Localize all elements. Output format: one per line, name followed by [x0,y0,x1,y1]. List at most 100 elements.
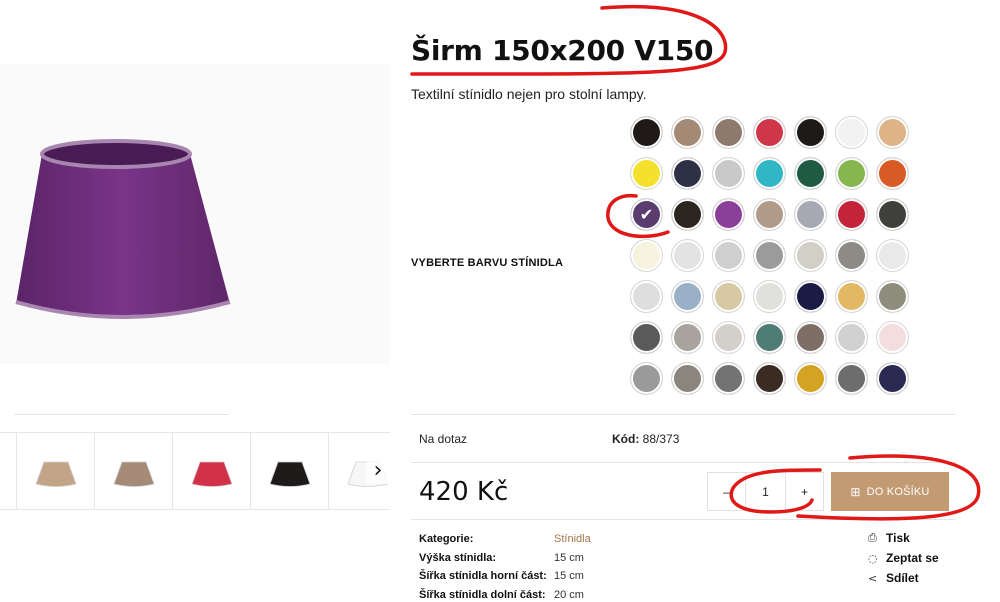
color-swatch[interactable] [630,239,663,272]
color-swatch[interactable] [835,280,868,313]
color-swatch[interactable] [753,239,786,272]
spec-row: Výška stínidla: 15 cm [419,549,591,568]
color-swatch[interactable] [712,239,745,272]
color-swatch[interactable] [712,362,745,395]
action-sdílet[interactable]: < Sdílet [868,568,939,588]
quantity-input[interactable]: 1 [745,473,786,510]
thumbnail-partial[interactable] [0,433,16,509]
share-icon: < [868,571,878,585]
color-swatch[interactable] [630,116,663,149]
divider [411,519,956,520]
chat-icon: ◌ [868,551,878,565]
color-swatch[interactable] [794,362,827,395]
thumbnail[interactable] [16,433,94,509]
color-swatch[interactable] [712,157,745,190]
color-swatch[interactable] [753,362,786,395]
color-swatch[interactable] [794,116,827,149]
color-swatch[interactable] [876,157,909,190]
color-swatch[interactable] [794,198,827,231]
quantity-decrease-button[interactable]: – [708,473,745,510]
thumbnail[interactable] [94,433,172,509]
color-swatch[interactable] [671,116,704,149]
quantity-stepper: – 1 + [707,472,824,511]
spec-value: 20 cm [554,588,584,601]
quantity-increase-button[interactable]: + [786,473,823,510]
color-swatch[interactable] [712,116,745,149]
color-swatch[interactable] [753,116,786,149]
color-swatch[interactable] [671,280,704,313]
color-swatch[interactable] [753,280,786,313]
color-swatch[interactable] [876,321,909,354]
spec-row: Šířka stínidla horní část: 15 cm [419,567,591,586]
chevron-right-icon[interactable]: › [366,456,390,484]
color-swatch[interactable] [835,239,868,272]
color-swatch-grid [626,116,914,403]
main-product-image[interactable] [0,64,390,364]
category-link[interactable]: Stínidla [554,533,591,545]
color-swatch[interactable] [630,321,663,354]
color-swatch[interactable] [671,198,704,231]
add-to-cart-label: DO KOŠÍKU [866,485,930,498]
color-swatch[interactable] [671,157,704,190]
spec-row: Kategorie: Stínidla [419,530,591,549]
spec-row: Šířka stínidla dolní část: 20 cm [419,586,591,602]
color-swatch[interactable] [753,198,786,231]
thumbnail-image [112,461,155,487]
color-swatch[interactable] [876,239,909,272]
lampshade-image [15,139,231,319]
basket-icon: ⊞ [850,484,861,499]
color-swatch[interactable] [876,362,909,395]
color-swatch[interactable] [835,321,868,354]
color-swatch[interactable] [753,157,786,190]
action-zeptat-se[interactable]: ◌ Zeptat se [868,548,939,568]
color-swatch[interactable] [794,157,827,190]
color-swatch[interactable] [835,157,868,190]
color-swatch[interactable] [712,280,745,313]
thumbnail-image [268,461,311,487]
color-swatch[interactable] [794,239,827,272]
color-swatch[interactable] [753,321,786,354]
divider [14,414,229,415]
color-swatch[interactable] [876,116,909,149]
product-code: Kód: 88/373 [612,432,679,446]
color-swatch[interactable] [794,321,827,354]
color-swatch[interactable] [835,198,868,231]
color-swatch[interactable] [671,321,704,354]
color-picker-label: VYBERTE BARVU STÍNIDLA [411,257,564,269]
color-swatch[interactable] [630,280,663,313]
thumbnail[interactable] [172,433,250,509]
color-swatch[interactable] [712,198,745,231]
thumbnail[interactable] [250,433,328,509]
spec-key: Kategorie: [419,533,474,546]
color-swatch[interactable] [835,362,868,395]
divider [411,414,956,415]
color-swatch-selected[interactable] [630,198,663,231]
color-swatch[interactable] [671,362,704,395]
color-swatch[interactable] [630,157,663,190]
printer-icon: ⎙ [868,531,877,544]
spec-value: 15 cm [554,570,584,583]
color-swatch[interactable] [630,362,663,395]
thumbnail-image [190,461,233,487]
color-swatch[interactable] [835,116,868,149]
action-label: Tisk [886,531,910,545]
spec-key: Šířka stínidla dolní část: [419,588,546,601]
color-swatch[interactable] [712,321,745,354]
color-swatch[interactable] [671,239,704,272]
action-label: Sdílet [886,571,919,585]
color-swatch[interactable] [876,198,909,231]
spec-key: Výška stínidla: [419,551,497,564]
product-title: Širm 150x200 V150 [411,34,714,67]
spec-value: 15 cm [554,551,584,564]
action-list: ⎙ Tisk ◌ Zeptat se < Sdílet [868,528,939,588]
code-value: 88/373 [642,432,680,446]
action-tisk[interactable]: ⎙ Tisk [868,528,939,548]
add-to-cart-button[interactable]: ⊞ DO KOŠÍKU [831,472,949,511]
color-swatch[interactable] [876,280,909,313]
color-swatch[interactable] [794,280,827,313]
spec-list: Kategorie: Stínidla Výška stínidla: 15 cm Ší… [419,530,591,602]
divider [411,462,956,463]
availability-text: Na dotaz [419,432,468,446]
action-label: Zeptat se [886,551,939,565]
code-label: Kód: [612,432,640,446]
